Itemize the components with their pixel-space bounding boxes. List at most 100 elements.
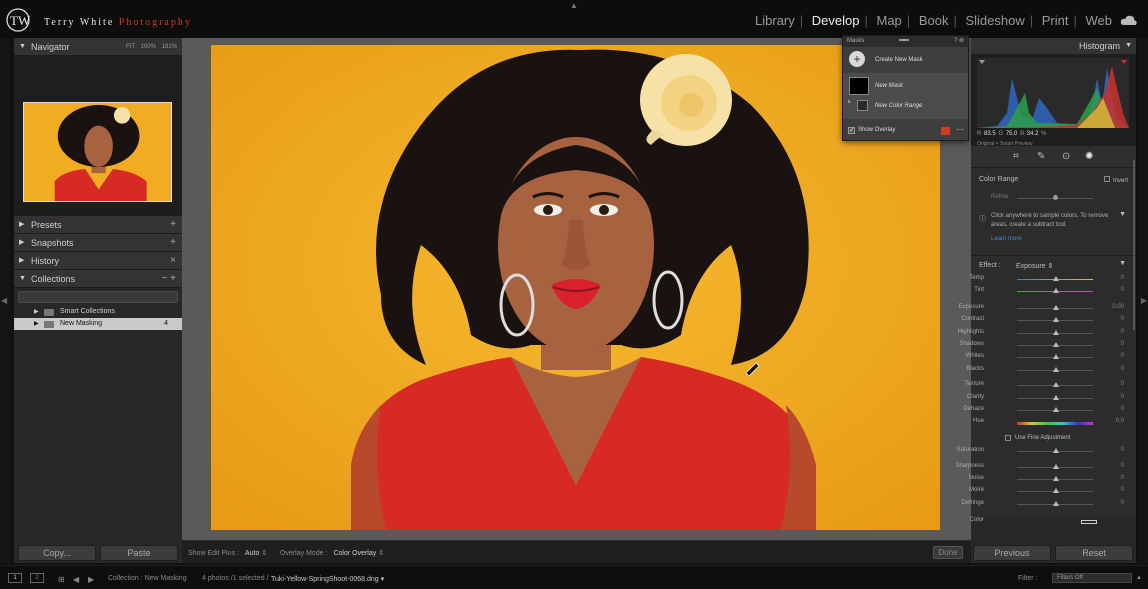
add-snapshot-icon[interactable]: +	[170, 234, 176, 252]
show-overlay-checkbox[interactable]: ✓	[848, 127, 855, 134]
collapse-right-icon[interactable]: ▶	[1141, 296, 1147, 305]
invert-toggle[interactable]: Invert	[1103, 176, 1128, 184]
zoom-100[interactable]: 100%	[141, 44, 156, 50]
previous-button[interactable]: Previous	[973, 545, 1051, 561]
module-map[interactable]: Map	[877, 13, 902, 28]
module-web[interactable]: Web	[1086, 13, 1113, 28]
navigator-preview[interactable]	[14, 56, 182, 216]
cloud-icon[interactable]	[1120, 14, 1138, 26]
slider-thumb[interactable]	[1053, 463, 1059, 469]
module-develop[interactable]: Develop	[812, 13, 860, 28]
healing-tool-icon[interactable]: ✎	[1037, 151, 1045, 162]
filmstrip-toggle-icon[interactable]: ▲	[1136, 575, 1142, 581]
tone-slider-highlights[interactable]: Highlights 0	[958, 327, 1136, 339]
slider-thumb[interactable]	[1053, 341, 1059, 347]
hue-track[interactable]	[1017, 422, 1093, 426]
filmstrip-source[interactable]: Collection : New Masking	[108, 575, 187, 582]
forward-arrow-icon[interactable]: ▶	[88, 575, 94, 584]
collapse-effect-icon[interactable]: ▼	[1119, 260, 1126, 267]
slider-value[interactable]: 0	[1121, 341, 1124, 347]
collection-actions-icon[interactable]: − +	[162, 270, 176, 288]
overlay-mode[interactable]: Overlay Mode : Color Overlay ⇕	[280, 549, 384, 557]
navigator-zoom-options[interactable]: FIT 100% 181%	[126, 38, 177, 56]
red-eye-tool-icon[interactable]: ⊙	[1062, 151, 1070, 162]
module-print[interactable]: Print	[1042, 13, 1069, 28]
slider-value[interactable]: 0	[1121, 394, 1124, 400]
slider-value[interactable]: 0	[1121, 316, 1124, 322]
done-button[interactable]: Done	[933, 546, 963, 559]
copy-button[interactable]: Copy...	[18, 545, 96, 561]
presence-slider-clarity[interactable]: Clarity 0	[967, 392, 1136, 404]
collapse-help-icon[interactable]: ▼	[1119, 211, 1126, 218]
reset-button[interactable]: Reset	[1055, 545, 1133, 561]
filter-dropdown[interactable]: Filters Off	[1052, 573, 1132, 583]
collection-item-new-masking[interactable]: ▶ New Masking 4	[14, 318, 182, 330]
collections-header[interactable]: ▼ Collections − +	[14, 270, 182, 288]
tone-slider-shadows[interactable]: Shadows 0	[959, 339, 1136, 351]
view-2-button[interactable]: 2	[30, 573, 44, 583]
slider-value[interactable]: 0	[1121, 447, 1124, 453]
paste-button[interactable]: Paste	[100, 545, 178, 561]
create-new-mask-button[interactable]: + Create New Mask	[843, 47, 968, 73]
slider-thumb[interactable]	[1053, 394, 1059, 400]
mask-component[interactable]: ↳ New Color Range	[843, 97, 968, 117]
main-photo[interactable]	[211, 45, 940, 530]
mask-item[interactable]: New Mask ↳ New Color Range	[843, 73, 968, 119]
slider-thumb[interactable]	[1053, 276, 1059, 281]
color-swatch[interactable]	[1081, 520, 1097, 525]
overlay-mode-value[interactable]: Color Overlay	[333, 550, 376, 557]
slider-value[interactable]: 0	[1121, 487, 1124, 493]
tone-slider-whites[interactable]: Whites 0	[966, 351, 1136, 363]
slider-value[interactable]: 0	[1121, 287, 1124, 293]
grid-view-icon[interactable]: ⊞	[58, 575, 65, 584]
slider-value[interactable]: 0	[1121, 475, 1124, 481]
show-edit-pins[interactable]: Show Edit Pins : Auto ⇕	[188, 549, 267, 557]
slider-thumb[interactable]	[1053, 304, 1059, 310]
zoom-fit[interactable]: FIT	[126, 44, 135, 50]
overlay-color-swatch[interactable]	[941, 127, 950, 135]
collection-item-smart-collections[interactable]: ▶ Smart Collections	[14, 306, 182, 318]
detail-slider-sharpness[interactable]: Sharpness 0	[955, 461, 1136, 473]
presets-header[interactable]: ▶ Presets +	[14, 216, 182, 234]
wb-slider-tint[interactable]: Tint 0	[971, 285, 1136, 297]
slider-value[interactable]: 0	[1121, 275, 1124, 281]
refine-slider-thumb[interactable]	[1053, 195, 1058, 200]
history-header[interactable]: ▶ History ×	[14, 252, 182, 270]
right-panel-edge[interactable]: ▶	[1138, 38, 1148, 563]
slider-value[interactable]: 0	[1121, 406, 1124, 412]
hue-slider[interactable]: Hue 0.0	[971, 416, 1136, 432]
mask-name[interactable]: New Mask	[875, 83, 903, 89]
tone-slider-contrast[interactable]: Contrast 0	[961, 314, 1136, 326]
histogram-header[interactable]: Histogram ▼	[971, 38, 1136, 54]
module-book[interactable]: Book	[919, 13, 949, 28]
masks-header[interactable]: Masks ? ⊗	[843, 36, 968, 47]
more-options-icon[interactable]: ···	[956, 125, 964, 134]
invert-checkbox[interactable]	[1103, 176, 1110, 182]
effect-dropdown[interactable]: Exposure ⇕	[1016, 262, 1053, 270]
snapshots-header[interactable]: ▶ Snapshots +	[14, 234, 182, 252]
left-panel-edge[interactable]: ◀	[0, 38, 10, 563]
back-arrow-icon[interactable]: ◀	[73, 575, 79, 584]
navigator-thumbnail[interactable]	[23, 102, 172, 202]
slider-value[interactable]: 0	[1121, 353, 1124, 359]
right-panel-scrollbar[interactable]	[1133, 160, 1135, 330]
slider-thumb[interactable]	[1053, 317, 1059, 323]
slider-thumb[interactable]	[1053, 448, 1059, 454]
histogram[interactable]: R 83.5 G 75.0 B 34.2 % Original + Smart …	[971, 54, 1136, 147]
slider-thumb[interactable]	[1053, 366, 1059, 372]
mask-thumbnail[interactable]	[849, 77, 869, 95]
wb-slider-temp[interactable]: Temp 0	[969, 273, 1136, 285]
show-edit-pins-value[interactable]: Auto	[245, 550, 259, 557]
selected-filename[interactable]: Tuki-Yellow-SpringShoot-0068.dng ▾	[271, 575, 384, 583]
collapse-left-icon[interactable]: ◀	[1, 296, 7, 305]
navigator-header[interactable]: ▼ Navigator FIT 100% 181%	[14, 38, 182, 56]
slider-thumb[interactable]	[1053, 500, 1059, 506]
detail-slider-defringe[interactable]: Defringe 0	[961, 498, 1136, 510]
slider-thumb[interactable]	[1053, 406, 1059, 412]
module-slideshow[interactable]: Slideshow	[965, 13, 1024, 28]
slider-value[interactable]: 0	[1121, 381, 1124, 387]
slider-thumb[interactable]	[1053, 288, 1059, 294]
crop-tool-icon[interactable]: ⌗	[1013, 151, 1019, 162]
slider-value[interactable]: 0	[1121, 366, 1124, 372]
slider-thumb[interactable]	[1053, 354, 1059, 360]
